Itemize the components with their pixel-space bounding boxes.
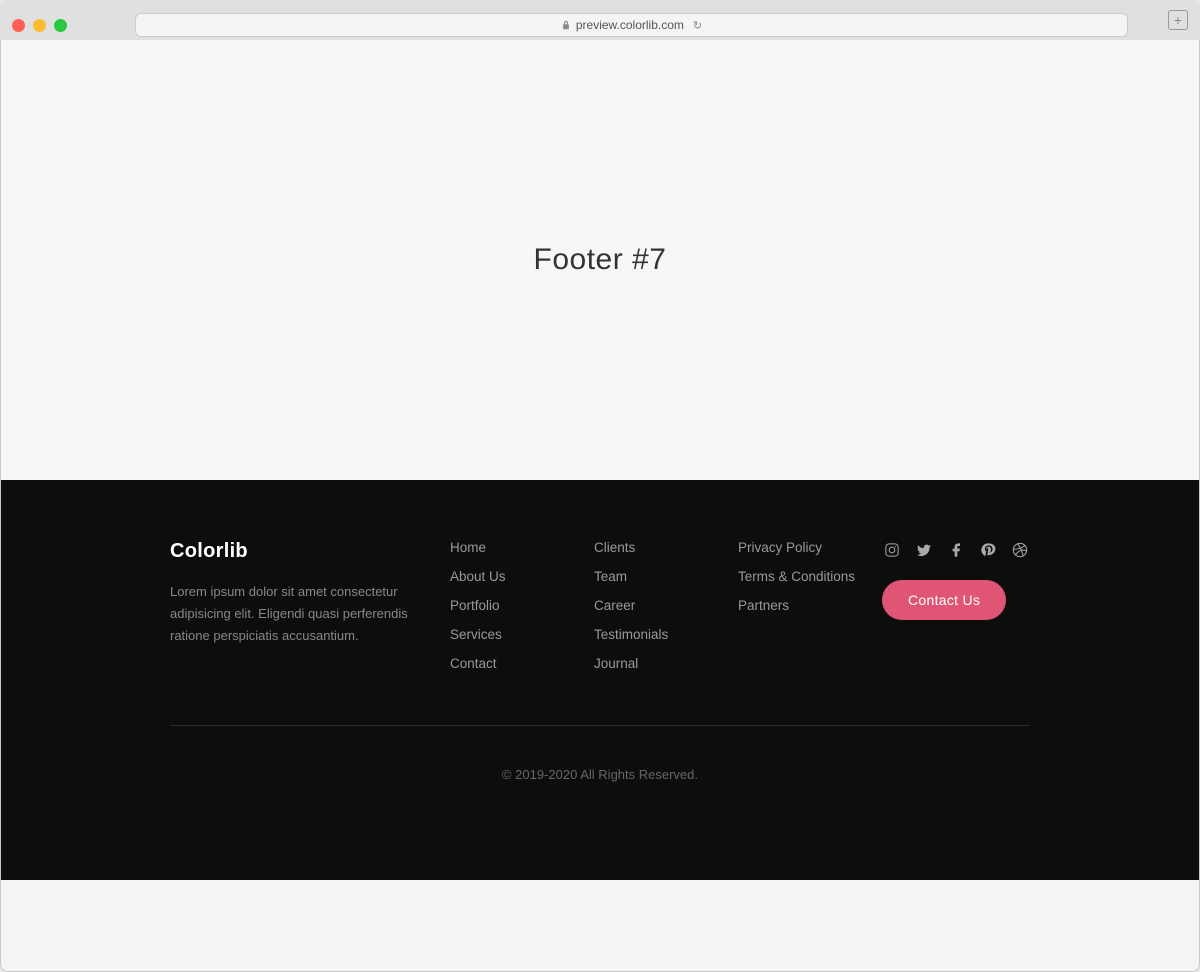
- page-title: Footer #7: [534, 243, 667, 277]
- nav-link-services[interactable]: Services: [450, 627, 574, 642]
- nav-link-clients[interactable]: Clients: [594, 540, 718, 555]
- close-button[interactable]: [12, 19, 25, 32]
- footer-nav-col-1: Home About Us Portfolio Services Contact: [450, 540, 574, 685]
- copyright-text: © 2019-2020 All Rights Reserved.: [502, 767, 698, 782]
- nav-link-partners[interactable]: Partners: [738, 598, 862, 613]
- brand-description: Lorem ipsum dolor sit amet consectetur a…: [170, 581, 430, 647]
- nav-link-home[interactable]: Home: [450, 540, 574, 555]
- instagram-icon[interactable]: [882, 540, 902, 560]
- footer-nav-col-2: Clients Team Career Testimonials Journal: [594, 540, 718, 685]
- footer-inner: Colorlib Lorem ipsum dolor sit amet cons…: [150, 540, 1050, 824]
- brand-name: Colorlib: [170, 540, 430, 563]
- footer: Colorlib Lorem ipsum dolor sit amet cons…: [1, 480, 1199, 880]
- new-tab-button[interactable]: +: [1168, 10, 1188, 30]
- nav-link-journal[interactable]: Journal: [594, 656, 718, 671]
- footer-top: Colorlib Lorem ipsum dolor sit amet cons…: [170, 540, 1030, 725]
- social-icons-row: [882, 540, 1030, 560]
- dribbble-icon[interactable]: [1010, 540, 1030, 560]
- nav-link-portfolio[interactable]: Portfolio: [450, 598, 574, 613]
- nav-link-privacy[interactable]: Privacy Policy: [738, 540, 862, 555]
- nav-link-team[interactable]: Team: [594, 569, 718, 584]
- twitter-icon[interactable]: [914, 540, 934, 560]
- footer-bottom: © 2019-2020 All Rights Reserved.: [170, 746, 1030, 824]
- footer-legal-col: Privacy Policy Terms & Conditions Partne…: [738, 540, 862, 685]
- facebook-icon[interactable]: [946, 540, 966, 560]
- url-text: preview.colorlib.com: [576, 18, 684, 32]
- pinterest-icon[interactable]: [978, 540, 998, 560]
- address-bar[interactable]: preview.colorlib.com ↻: [135, 13, 1128, 37]
- maximize-button[interactable]: [54, 19, 67, 32]
- nav-link-terms[interactable]: Terms & Conditions: [738, 569, 862, 584]
- footer-divider: [170, 725, 1030, 726]
- browser-window: Footer #7 Colorlib Lorem ipsum dolor sit…: [0, 40, 1200, 972]
- nav-link-about[interactable]: About Us: [450, 569, 574, 584]
- refresh-icon[interactable]: ↻: [693, 19, 702, 32]
- browser-chrome: preview.colorlib.com ↻ +: [0, 0, 1200, 40]
- nav-link-contact[interactable]: Contact: [450, 656, 574, 671]
- contact-us-button[interactable]: Contact Us: [882, 580, 1006, 620]
- nav-link-testimonials[interactable]: Testimonials: [594, 627, 718, 642]
- footer-brand-column: Colorlib Lorem ipsum dolor sit amet cons…: [170, 540, 430, 685]
- footer-social-col: Contact Us: [882, 540, 1030, 685]
- minimize-button[interactable]: [33, 19, 46, 32]
- lock-icon: [561, 20, 571, 30]
- main-content-area: Footer #7: [1, 40, 1199, 480]
- nav-link-career[interactable]: Career: [594, 598, 718, 613]
